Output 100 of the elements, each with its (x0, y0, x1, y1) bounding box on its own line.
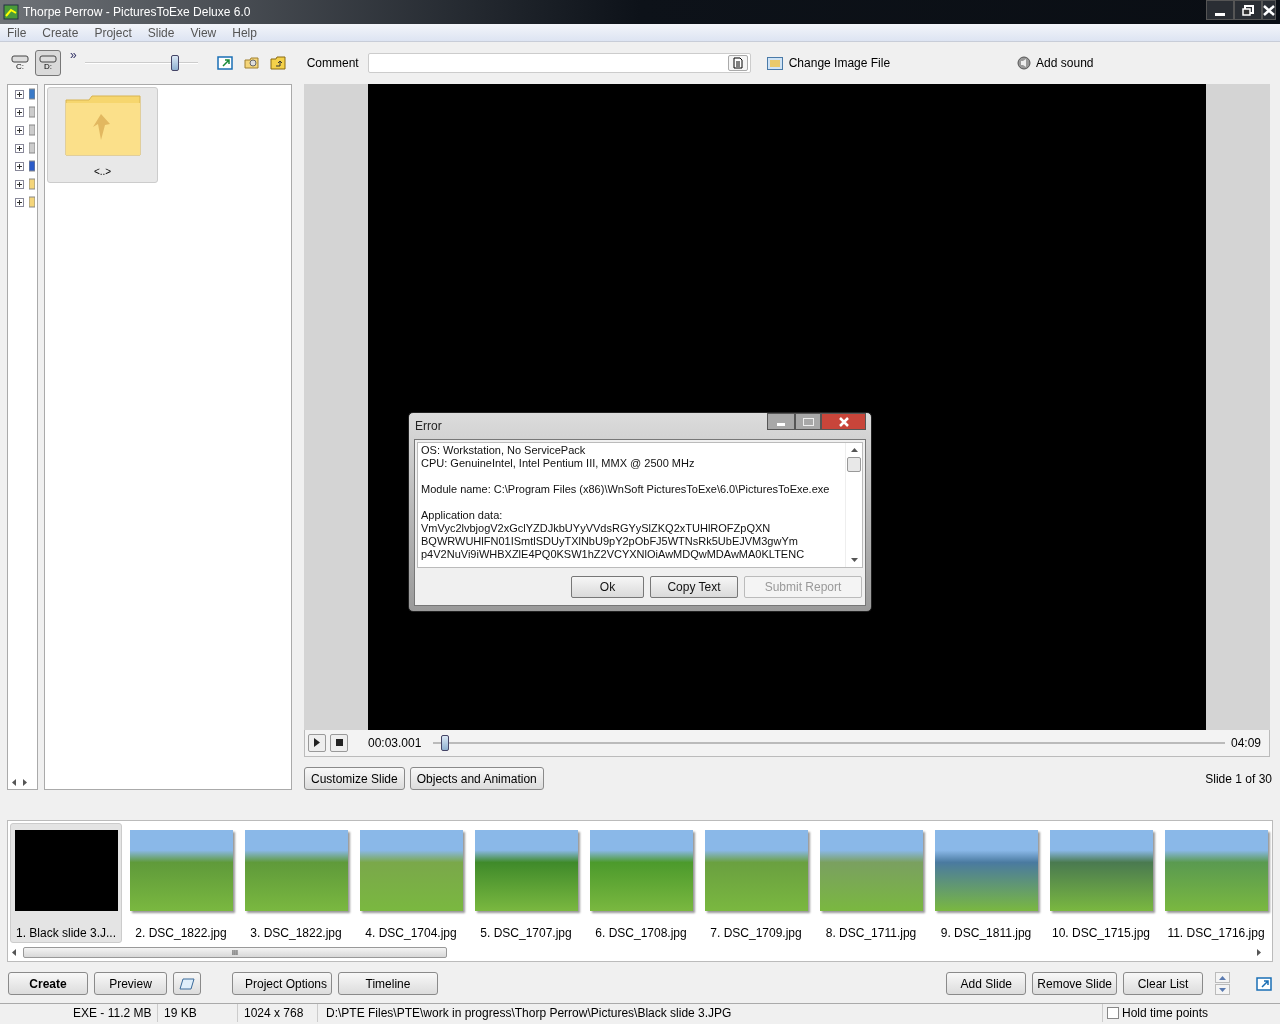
slider-thumb[interactable] (441, 735, 450, 751)
minimize-button[interactable] (1206, 0, 1234, 20)
bottom-button[interactable]: Preview (94, 972, 167, 995)
move-down-button[interactable] (1215, 984, 1230, 995)
bottom-button[interactable]: Add Slide (946, 972, 1027, 995)
checkbox-label: Hold time points (1122, 1004, 1209, 1022)
folder-icon (29, 178, 35, 190)
bottom-button[interactable]: Timeline (338, 972, 438, 995)
minimize-button[interactable] (767, 413, 795, 430)
close-button[interactable] (1262, 0, 1276, 20)
zoom-slider[interactable] (84, 55, 198, 71)
expand-toggle[interactable] (15, 161, 24, 171)
status-text: D:\PTE Files\PTE\work in progress\Thorp Perrow\Pictures\Black slide 3.JPG (317, 1003, 1102, 1022)
hold-time-points-checkbox[interactable] (1107, 1006, 1119, 1019)
drive-icon (29, 142, 35, 154)
dialog-button[interactable]: Copy Text (650, 576, 738, 598)
detail-line: OS: Workstation, No ServicePack (421, 444, 587, 457)
maximize-button[interactable] (795, 413, 821, 430)
slide-thumbnail[interactable]: 3. DSC_1822.jpg (240, 823, 352, 943)
drive-icon (11, 55, 29, 63)
slide-counter: Slide 1 of 30 (1205, 770, 1272, 788)
drive-button[interactable]: C: (7, 50, 33, 76)
plus-icon (16, 126, 23, 134)
slide-action-button[interactable]: Objects and Animation (409, 767, 544, 790)
expand-toggle[interactable] (15, 89, 24, 99)
slide-thumbnail[interactable]: 1. Black slide 3.J... (10, 823, 122, 943)
total-time: 04:09 (1230, 735, 1261, 752)
folder-up-icon (64, 94, 141, 156)
slider-thumb[interactable] (170, 55, 179, 71)
move-up-button[interactable] (1215, 972, 1230, 983)
slide-thumbnail[interactable]: 4. DSC_1704.jpg (355, 823, 467, 943)
menu-item[interactable]: View (182, 23, 225, 42)
plus-icon (16, 198, 23, 206)
detail-line: p4V2NuVi9iWHBXZlE4PQ0KSW1hZ2VCYXNlOiAwMDQwMDAwMA0KLTENC (421, 548, 806, 561)
slide-label: 1. Black slide 3.J... (15, 925, 116, 942)
slideshow-button[interactable] (173, 972, 201, 995)
restore-button[interactable] (1234, 0, 1262, 20)
add-sound-button[interactable]: Add sound (1017, 54, 1094, 72)
comment-field[interactable] (367, 53, 751, 73)
drive-icon (39, 55, 57, 63)
bottom-button[interactable]: Clear List (1123, 972, 1203, 995)
maximize-icon (802, 417, 814, 426)
comment-label: Comment (306, 55, 359, 72)
slide-label: 5. DSC_1707.jpg (480, 925, 572, 942)
bottom-button[interactable]: Create (8, 972, 88, 995)
change-image-file-button[interactable]: Change Image File (766, 54, 891, 72)
speaker-icon (1017, 56, 1032, 70)
expand-toggle[interactable] (15, 197, 24, 207)
menu-item[interactable]: File (0, 23, 35, 42)
slide-label: 2. DSC_1822.jpg (135, 925, 227, 942)
close-icon (838, 416, 849, 427)
dialog-title: Error (415, 418, 442, 435)
menu-item[interactable]: Create (34, 23, 87, 42)
slide-thumbnail[interactable]: 10. DSC_1715.jpg (1045, 823, 1157, 943)
expand-toggle[interactable] (15, 125, 24, 135)
expand-toggle[interactable] (15, 179, 24, 189)
expand-toggle[interactable] (15, 143, 24, 153)
slide-thumbnail[interactable]: 5. DSC_1707.jpg (470, 823, 582, 943)
dialog-button[interactable]: Ok (571, 576, 644, 598)
screen-icon (179, 977, 195, 990)
slide-label: 10. DSC_1715.jpg (1051, 925, 1151, 942)
slide-thumbnail[interactable]: 7. DSC_1709.jpg (700, 823, 812, 943)
detail-line: BQWRWUHlFN01ISmtlSDUyTXlNbU9pY2pObFJ5WTNsRk5UbEJVM3gwYm (421, 535, 799, 548)
slide-label: 3. DSC_1822.jpg (250, 925, 342, 942)
drive-button[interactable]: D: (35, 50, 61, 76)
plus-icon (16, 162, 23, 170)
bottom-button[interactable]: Project Options (232, 972, 332, 995)
more-chevron[interactable]: » (70, 46, 77, 64)
expand-toggle[interactable] (15, 107, 24, 117)
error-details-field[interactable] (417, 442, 863, 568)
scrollbar-thumb[interactable] (847, 457, 861, 472)
slide-thumbnail[interactable]: 2. DSC_1822.jpg (125, 823, 237, 943)
menu-item[interactable]: Slide (139, 23, 183, 42)
document-button[interactable] (727, 55, 748, 71)
slide-thumbnail[interactable]: 11. DSC_1716.jpg (1160, 823, 1272, 943)
slide-action-button[interactable]: Customize Slide (304, 767, 405, 790)
folder-label: <..> (93, 165, 112, 179)
up-arrow-icon (1219, 975, 1226, 980)
slide-thumbnail[interactable]: 8. DSC_1711.jpg (815, 823, 927, 943)
window-title: Thorpe Perrow - PicturesToExe Deluxe 6.0 (23, 4, 251, 21)
minimize-icon (777, 423, 785, 426)
menu-item[interactable]: Help (224, 23, 265, 42)
detail-line: CPU: GenuineIntel, Intel Pentium III, MMX @ 2500 MHz (421, 457, 696, 470)
slide-label: 9. DSC_1811.jpg (940, 925, 1032, 942)
scroll-right-icon (1257, 948, 1262, 956)
bottom-button[interactable]: Remove Slide (1032, 972, 1117, 995)
play-button[interactable] (308, 734, 326, 752)
status-text: EXE - 11.2 MB (72, 1004, 153, 1022)
scroll-left-icon (12, 948, 17, 956)
stop-button[interactable] (330, 734, 348, 752)
timeline-slider[interactable] (433, 735, 1226, 751)
play-icon (313, 738, 321, 748)
slide-label: 11. DSC_1716.jpg (1167, 925, 1265, 942)
menu-item[interactable]: Project (86, 23, 140, 42)
folder-item[interactable]: <..> (47, 87, 158, 183)
slide-label: 6. DSC_1708.jpg (595, 925, 687, 942)
plus-icon (16, 108, 23, 116)
close-button[interactable] (821, 413, 866, 430)
slide-thumbnail[interactable]: 6. DSC_1708.jpg (585, 823, 697, 943)
slide-thumbnail[interactable]: 9. DSC_1811.jpg (930, 823, 1042, 943)
